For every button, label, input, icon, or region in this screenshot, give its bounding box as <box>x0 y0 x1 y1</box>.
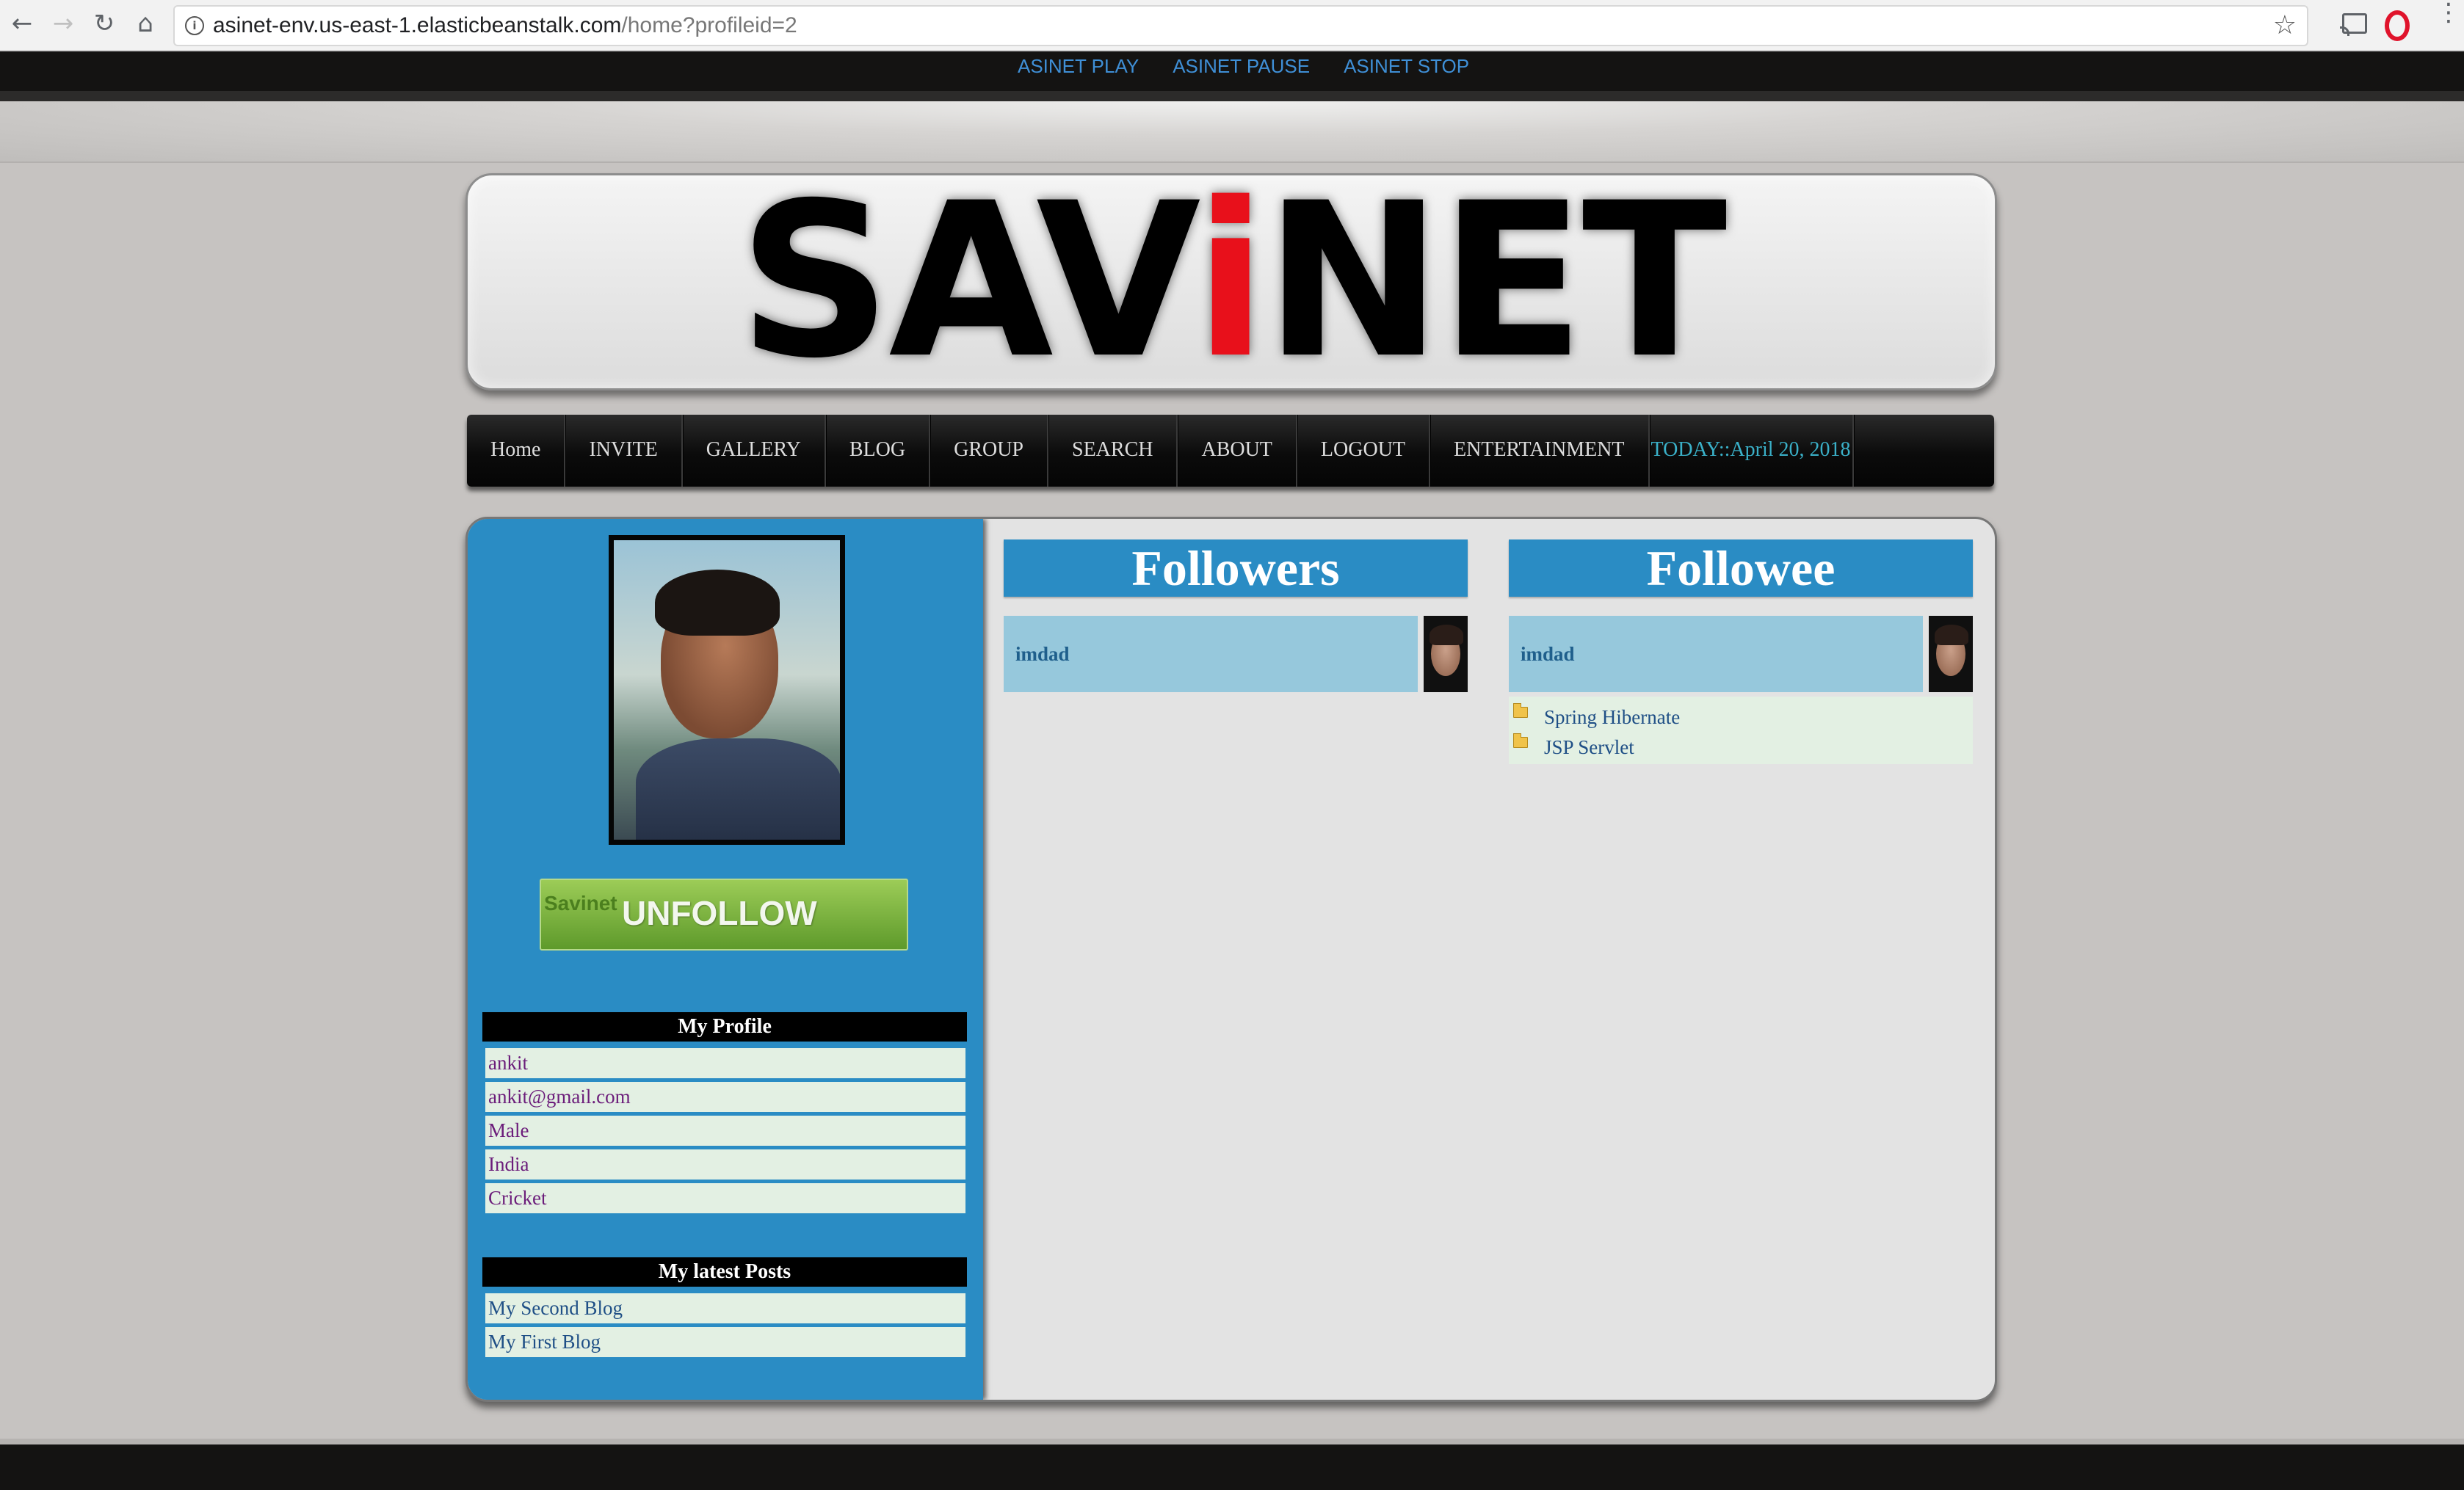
page-footer <box>0 1439 2464 1490</box>
browser-menu-icon[interactable]: ⋮ <box>2436 0 2461 25</box>
back-arrow-icon[interactable]: ← <box>6 7 38 40</box>
followee-avatar[interactable] <box>1929 616 1973 692</box>
profile-details-list: ankit ankit@gmail.com Male India Cricket <box>485 1048 965 1217</box>
main-navigation: Home INVITE GALLERY BLOG GROUP SEARCH AB… <box>467 415 1994 487</box>
folder-icon <box>1513 733 1528 748</box>
profile-email: ankit@gmail.com <box>485 1082 965 1112</box>
url-path: /home?profileid=2 <box>621 13 797 37</box>
logo-text-start: SAV <box>738 158 1197 405</box>
home-icon[interactable]: ⌂ <box>129 7 162 40</box>
logo-text-end: NET <box>1264 158 1728 405</box>
follower-item: imdad <box>1004 616 1468 692</box>
media-control-bar: ASINET PLAY ASINET PAUSE ASINET STOP <box>0 51 2464 101</box>
topic-label: JSP Servlet <box>1544 736 1634 758</box>
info-icon[interactable]: i <box>185 16 204 35</box>
folder-icon <box>1513 703 1528 718</box>
profile-gender: Male <box>485 1116 965 1146</box>
latest-posts-heading: My latest Posts <box>482 1257 967 1287</box>
browser-toolbar: ← → ↻ ⌂ i asinet-env.us-east-1.elasticbe… <box>0 0 2464 51</box>
latest-posts-list: My Second Blog My First Blog <box>485 1293 965 1361</box>
nav-invite[interactable]: INVITE <box>565 415 683 487</box>
asinet-pause-link[interactable]: ASINET PAUSE <box>1173 51 1310 81</box>
opera-extension-icon[interactable] <box>2385 10 2410 41</box>
nav-group[interactable]: GROUP <box>930 415 1048 487</box>
topic-label: Spring Hibernate <box>1544 706 1681 728</box>
followee-item: imdad <box>1509 616 1973 692</box>
reload-icon[interactable]: ↻ <box>88 7 120 40</box>
my-profile-heading: My Profile <box>482 1012 967 1042</box>
url-host: asinet-env.us-east-1.elasticbeanstalk.co… <box>213 13 622 37</box>
nav-home[interactable]: Home <box>467 415 566 487</box>
nav-gallery[interactable]: GALLERY <box>683 415 826 487</box>
follower-avatar[interactable] <box>1424 616 1468 692</box>
asinet-play-link[interactable]: ASINET PLAY <box>1018 51 1139 81</box>
profile-photo <box>609 535 845 845</box>
media-links: ASINET PLAY ASINET PAUSE ASINET STOP <box>1018 51 1503 81</box>
followee-title: Followee <box>1509 539 1973 597</box>
post-link[interactable]: My Second Blog <box>485 1293 965 1323</box>
followee-name[interactable]: imdad <box>1509 616 1923 692</box>
forward-arrow-icon[interactable]: → <box>47 7 79 40</box>
followee-topics: Spring Hibernate JSP Servlet <box>1509 697 1973 764</box>
profile-hobby: Cricket <box>485 1183 965 1213</box>
topic-item[interactable]: JSP Servlet <box>1509 733 1973 763</box>
followee-column: Followee imdad Spring Hibernate JSP Serv… <box>1509 539 1973 764</box>
post-link[interactable]: My First Blog <box>485 1327 965 1357</box>
unfollow-brand-text: Savinet <box>544 892 617 915</box>
profile-name: ankit <box>485 1048 965 1078</box>
content-panel: Savinet UNFOLLOW My Profile ankit ankit@… <box>465 517 1997 1402</box>
cast-icon[interactable] <box>2340 13 2367 36</box>
profile-country: India <box>485 1149 965 1180</box>
profile-sidebar: Savinet UNFOLLOW My Profile ankit ankit@… <box>468 519 983 1400</box>
url-text[interactable]: asinet-env.us-east-1.elasticbeanstalk.co… <box>213 7 797 45</box>
nav-logout[interactable]: LOGOUT <box>1297 415 1431 487</box>
logo-banner: SAViNET <box>465 173 1997 390</box>
address-bar[interactable]: i asinet-env.us-east-1.elasticbeanstalk.… <box>173 5 2308 46</box>
logo-text-accent: i <box>1194 158 1267 405</box>
top-band <box>0 101 2464 163</box>
nav-search[interactable]: SEARCH <box>1048 415 1178 487</box>
followers-title: Followers <box>1004 539 1468 597</box>
bookmark-star-icon[interactable]: ☆ <box>2273 10 2297 42</box>
topic-item[interactable]: Spring Hibernate <box>1509 702 1973 733</box>
follower-name[interactable]: imdad <box>1004 616 1418 692</box>
followers-column: Followers imdad <box>1004 539 1468 692</box>
today-date: TODAY::April 20, 2018 <box>1650 415 1854 487</box>
nav-entertainment[interactable]: ENTERTAINMENT <box>1430 415 1650 487</box>
asinet-stop-link[interactable]: ASINET STOP <box>1344 51 1469 81</box>
unfollow-button[interactable]: Savinet UNFOLLOW <box>540 879 908 951</box>
nav-blog[interactable]: BLOG <box>826 415 931 487</box>
savinet-logo: SAViNET <box>468 175 1995 388</box>
unfollow-label: UNFOLLOW <box>622 894 817 932</box>
nav-about[interactable]: ABOUT <box>1178 415 1297 487</box>
